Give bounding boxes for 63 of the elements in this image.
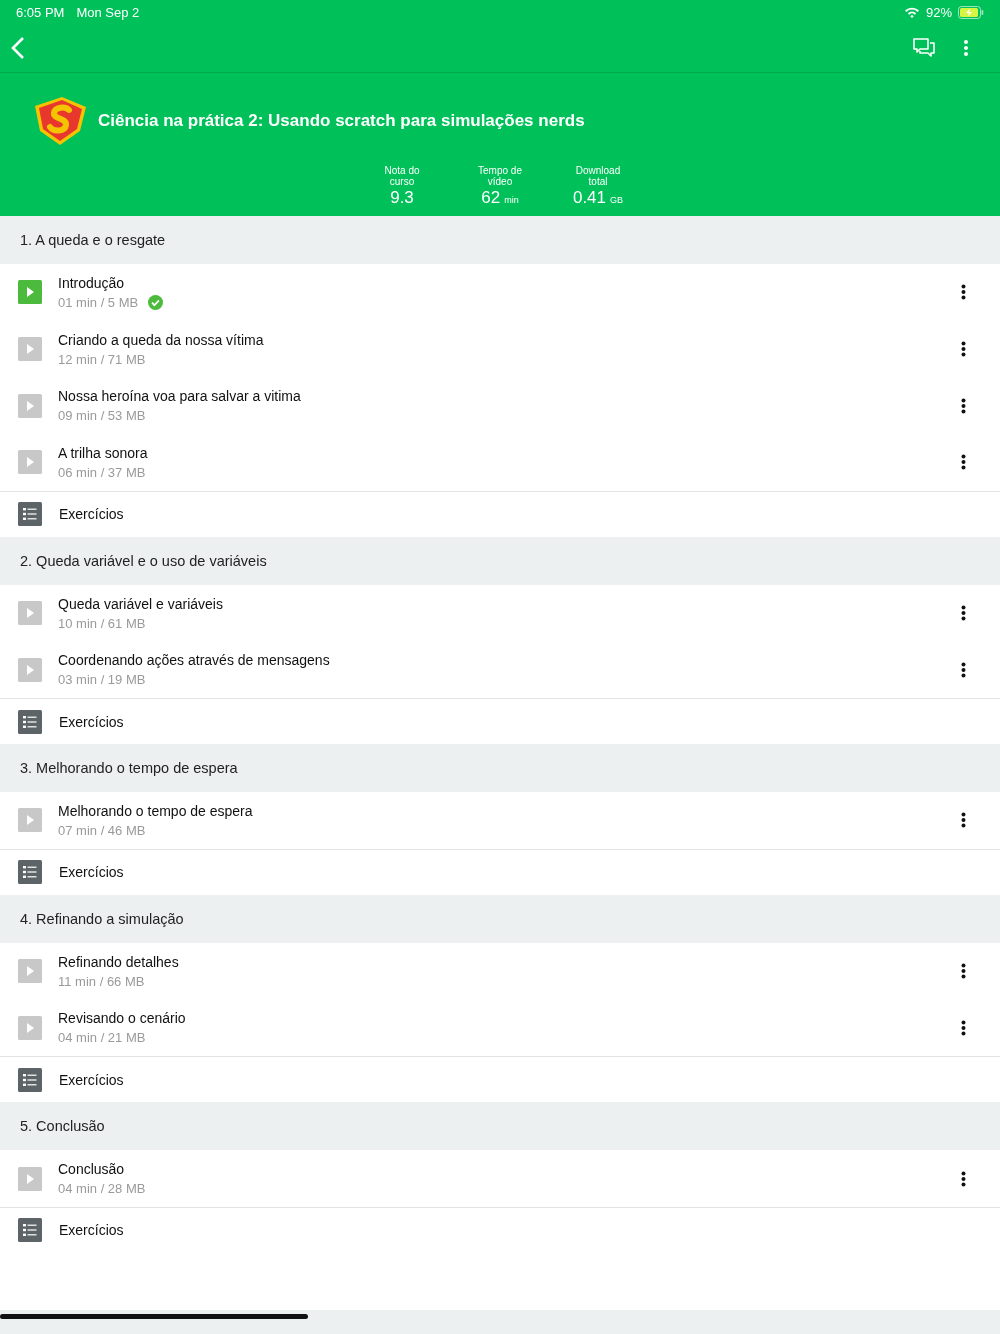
list-icon[interactable] <box>18 1218 42 1243</box>
section-header[interactable]: 3. Melhorando o tempo de espera <box>0 744 1000 793</box>
lesson-title[interactable]: Criando a queda da nossa vítima <box>58 331 957 348</box>
stat-label: Download total <box>574 165 622 187</box>
lesson-title[interactable]: Revisando o cenário <box>58 1010 957 1027</box>
lesson-meta: 07 min / 46 MB <box>58 822 146 838</box>
status-date: Mon Sep 2 <box>76 4 140 20</box>
lesson-meta: 06 min / 37 MB <box>58 464 146 480</box>
more-icon <box>963 39 969 57</box>
stat-unit: min <box>504 195 519 205</box>
stat-label: Tempo de vídeo <box>477 165 523 187</box>
stat-value: 9.3 <box>390 188 414 208</box>
battery-charging-icon <box>958 5 984 19</box>
lesson-meta: 04 min / 21 MB <box>58 1030 146 1046</box>
more-icon <box>961 397 966 414</box>
section-header[interactable]: 4. Refinando a simulação <box>0 894 1000 943</box>
more-icon <box>961 963 966 980</box>
lesson-meta: 11 min / 66 MB <box>58 973 145 989</box>
exercise-link[interactable]: Exercícios <box>59 506 124 523</box>
stat-label: Nota do curso <box>383 165 421 187</box>
lesson-meta: 10 min / 61 MB <box>58 615 146 631</box>
back-icon <box>10 36 26 60</box>
lesson-title[interactable]: A trilha sonora <box>58 444 957 461</box>
exercise-link[interactable]: Exercícios <box>59 1071 124 1088</box>
lesson-title[interactable]: Conclusão <box>58 1161 957 1178</box>
status-time: 6:05 PM <box>16 4 65 20</box>
lesson-meta: 09 min / 53 MB <box>58 408 146 424</box>
lesson-title[interactable]: Nossa heroína voa para salvar a vitima <box>58 388 957 405</box>
section-header[interactable]: 1. A queda e o resgate <box>0 216 1000 264</box>
lesson-title[interactable]: Coordenando ações através de mensagens <box>58 652 957 669</box>
more-icon <box>961 284 966 301</box>
more-icon <box>961 1019 966 1036</box>
lesson-meta: 04 min / 28 MB <box>58 1181 146 1197</box>
more-icon <box>961 661 966 678</box>
lesson-title[interactable]: Refinando detalhes <box>58 953 957 970</box>
more-icon <box>961 1170 966 1187</box>
stat-value: 0.41 <box>572 188 607 208</box>
course-title: Ciência na prática 2: Usando scratch para simulações nerds <box>98 111 585 131</box>
more-icon <box>961 454 966 471</box>
exercise-link[interactable]: Exercícios <box>59 864 124 881</box>
list-icon[interactable] <box>18 502 42 527</box>
lesson-meta: 12 min / 71 MB <box>58 351 146 367</box>
wifi-icon <box>903 6 920 18</box>
lesson-title[interactable]: Queda variável e variáveis <box>58 595 957 612</box>
stat-value: 62 <box>481 188 501 208</box>
more-icon <box>961 605 966 622</box>
exercise-link[interactable]: Exercícios <box>59 1222 124 1239</box>
list-icon[interactable] <box>18 1067 42 1092</box>
more-icon <box>961 812 966 829</box>
section-header[interactable]: 5. Conclusão <box>0 1102 1000 1151</box>
lesson-meta: 01 min / 5 MB <box>58 294 139 310</box>
list-icon[interactable] <box>18 860 42 885</box>
more-icon <box>961 341 966 358</box>
lesson-title[interactable]: Introdução <box>58 274 957 291</box>
logo-icon <box>32 96 88 146</box>
battery-percent: 92% <box>925 4 952 20</box>
stat-unit: GB <box>610 195 624 205</box>
lesson-title[interactable]: Melhorando o tempo de espera <box>58 802 957 819</box>
chat-icon <box>913 38 935 58</box>
lesson-meta: 03 min / 19 MB <box>58 672 146 688</box>
exercise-link[interactable]: Exercícios <box>59 713 124 730</box>
list-icon[interactable] <box>18 709 42 734</box>
section-header[interactable]: 2. Queda variável e o uso de variáveis <box>0 536 1000 585</box>
